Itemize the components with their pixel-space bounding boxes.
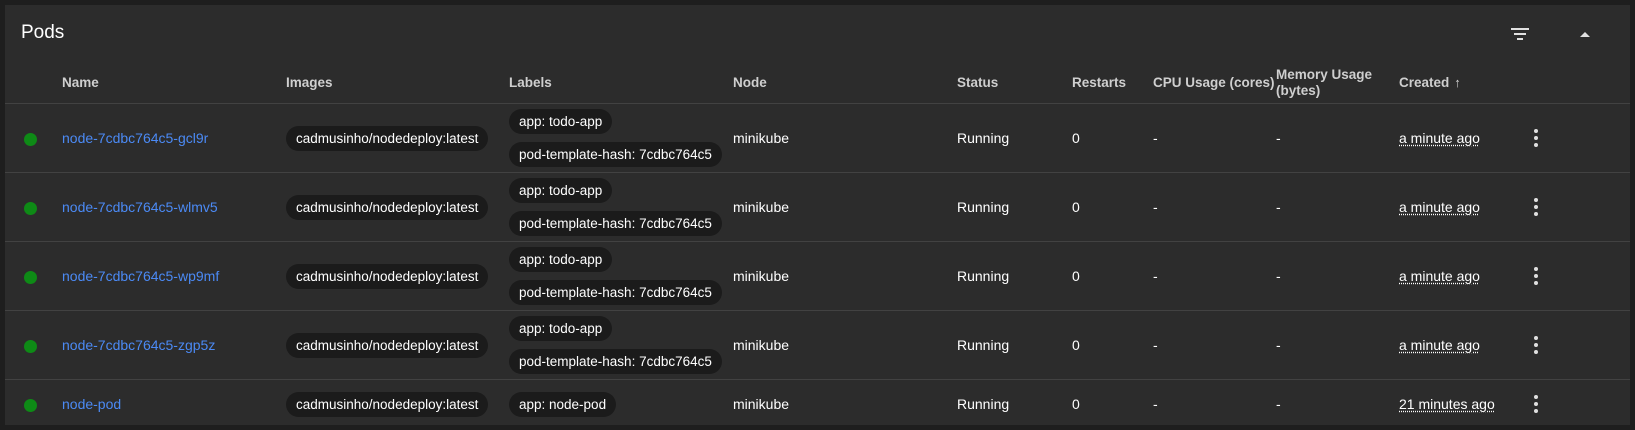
caret-up-icon: [1580, 32, 1590, 37]
pod-name-link[interactable]: node-7cdbc764c5-zgp5z: [62, 337, 215, 353]
image-chip: cadmusinho/nodedeploy:latest: [286, 263, 489, 289]
memory-header-line1: Memory Usage: [1276, 67, 1373, 82]
column-header-status: Status: [957, 63, 1072, 104]
label-chip: pod-template-hash: 7cdbc764c5: [509, 211, 722, 236]
status-cell: Running: [957, 103, 1072, 173]
status-cell: Running: [957, 310, 1072, 380]
table-row: node-pod cadmusinho/nodedeploy:latest ap…: [5, 380, 1630, 429]
created-cell: a minute ago: [1399, 130, 1480, 146]
running-status-icon: [24, 398, 37, 412]
image-chip: cadmusinho/nodedeploy:latest: [286, 194, 489, 220]
restarts-cell: 0: [1072, 103, 1153, 173]
running-status-icon: [24, 132, 37, 146]
cpu-cell: -: [1153, 241, 1276, 311]
collapse-button[interactable]: [1570, 19, 1600, 49]
created-cell: a minute ago: [1399, 268, 1480, 284]
filter-icon: [1511, 28, 1529, 40]
cpu-cell: -: [1153, 172, 1276, 242]
column-header-memory: Memory Usage (bytes): [1276, 63, 1399, 104]
memory-header-line2: (bytes): [1276, 83, 1321, 98]
row-actions-button[interactable]: [1524, 330, 1548, 360]
node-cell: minikube: [733, 172, 957, 242]
label-chip: pod-template-hash: 7cdbc764c5: [509, 280, 722, 305]
column-header-created[interactable]: Created ↑: [1399, 63, 1521, 104]
node-cell: minikube: [733, 396, 790, 412]
memory-cell: -: [1276, 103, 1399, 173]
image-chip: cadmusinho/nodedeploy:latest: [286, 391, 489, 417]
row-actions-button[interactable]: [1524, 123, 1548, 153]
running-status-icon: [24, 201, 37, 215]
more-vert-icon: [1534, 198, 1538, 202]
pods-card: Pods Name Images Labels Node Status Rest…: [5, 5, 1630, 425]
memory-cell: -: [1276, 241, 1399, 311]
created-cell: a minute ago: [1399, 199, 1480, 215]
pod-name-link[interactable]: node-7cdbc764c5-gcl9r: [62, 130, 208, 146]
label-chip: app: todo-app: [509, 178, 613, 203]
table-row: node-7cdbc764c5-wlmv5 cadmusinho/nodedep…: [5, 172, 1630, 242]
label-chip: pod-template-hash: 7cdbc764c5: [509, 349, 722, 374]
memory-cell: -: [1276, 172, 1399, 242]
memory-cell: -: [1276, 310, 1399, 380]
restarts-cell: 0: [1072, 310, 1153, 380]
status-cell: Running: [957, 172, 1072, 242]
label-chip: pod-template-hash: 7cdbc764c5: [509, 142, 722, 167]
created-cell: a minute ago: [1399, 337, 1480, 353]
label-chip: app: todo-app: [509, 247, 613, 272]
table-header-row: Name Images Labels Node Status Restarts …: [5, 63, 1630, 104]
table-row: node-7cdbc764c5-zgp5z cadmusinho/nodedep…: [5, 310, 1630, 380]
table-row: node-7cdbc764c5-gcl9r cadmusinho/nodedep…: [5, 103, 1630, 173]
node-cell: minikube: [733, 241, 957, 311]
label-chip: app: todo-app: [509, 316, 613, 341]
pod-name-link[interactable]: node-7cdbc764c5-wlmv5: [62, 199, 218, 215]
cpu-cell: -: [1153, 310, 1276, 380]
column-header-images: Images: [286, 63, 509, 104]
card-title: Pods: [21, 22, 65, 43]
pod-name-link[interactable]: node-7cdbc764c5-wp9mf: [62, 268, 219, 284]
row-actions-button[interactable]: [1524, 261, 1548, 291]
more-vert-icon: [1534, 129, 1538, 133]
column-header-cpu: CPU Usage (cores): [1153, 63, 1276, 104]
row-actions-button[interactable]: [1524, 192, 1548, 222]
restarts-cell: 0: [1072, 172, 1153, 242]
running-status-icon: [24, 270, 37, 284]
cpu-cell: -: [1153, 396, 1158, 412]
row-actions-button[interactable]: [1524, 389, 1548, 419]
pods-table: Name Images Labels Node Status Restarts …: [5, 63, 1630, 428]
column-header-labels: Labels: [509, 63, 733, 104]
label-chip: app: todo-app: [509, 109, 613, 134]
sort-arrow-up-icon: ↑: [1454, 75, 1461, 90]
status-cell: Running: [957, 241, 1072, 311]
column-header-name[interactable]: Name: [62, 63, 286, 104]
more-vert-icon: [1534, 395, 1538, 399]
pod-name-link[interactable]: node-pod: [62, 396, 121, 412]
more-vert-icon: [1534, 267, 1538, 271]
card-header: Pods: [5, 5, 1630, 63]
more-vert-icon: [1534, 336, 1538, 340]
node-cell: minikube: [733, 310, 957, 380]
status-cell: Running: [957, 396, 1010, 412]
cpu-cell: -: [1153, 103, 1276, 173]
restarts-cell: 0: [1072, 241, 1153, 311]
created-header-label: Created: [1399, 75, 1450, 90]
running-status-icon: [24, 339, 37, 353]
table-row: node-7cdbc764c5-wp9mf cadmusinho/nodedep…: [5, 241, 1630, 311]
memory-cell: -: [1276, 396, 1281, 412]
node-cell: minikube: [733, 103, 957, 173]
image-chip: cadmusinho/nodedeploy:latest: [286, 332, 489, 358]
column-header-restarts: Restarts: [1072, 63, 1153, 104]
created-cell: 21 minutes ago: [1399, 396, 1495, 412]
image-chip: cadmusinho/nodedeploy:latest: [286, 125, 489, 151]
filter-button[interactable]: [1505, 19, 1535, 49]
column-header-node[interactable]: Node: [733, 63, 957, 104]
restarts-cell: 0: [1072, 396, 1080, 412]
label-chip: app: node-pod: [509, 391, 617, 417]
